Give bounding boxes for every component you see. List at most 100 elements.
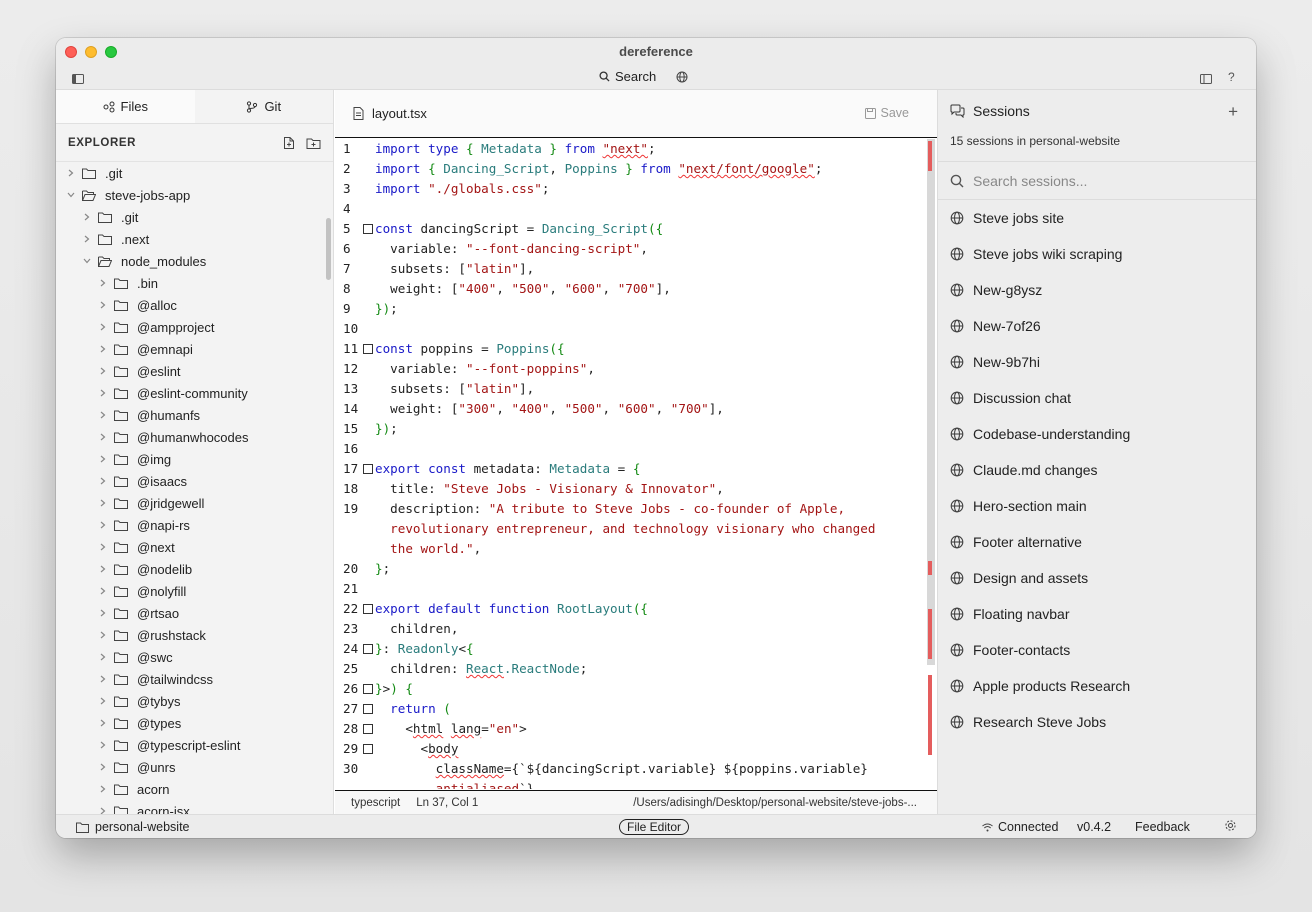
chevron-right-icon[interactable] — [98, 301, 108, 309]
chevron-right-icon[interactable] — [98, 609, 108, 617]
tree-item[interactable]: @eslint — [56, 360, 326, 382]
tree-item[interactable]: .next — [56, 228, 326, 250]
chevron-right-icon[interactable] — [98, 675, 108, 683]
chevron-right-icon[interactable] — [98, 279, 108, 287]
chevron-right-icon[interactable] — [98, 389, 108, 397]
globe-icon[interactable] — [676, 71, 688, 86]
search-button[interactable]: Search — [599, 69, 656, 84]
chevron-right-icon[interactable] — [98, 477, 108, 485]
chevron-right-icon[interactable] — [98, 631, 108, 639]
new-folder-icon[interactable] — [306, 136, 321, 150]
tab-git[interactable]: Git — [195, 90, 334, 123]
tree-item[interactable]: node_modules — [56, 250, 326, 272]
session-item[interactable]: Steve jobs wiki scraping — [938, 236, 1256, 272]
session-item[interactable]: Steve jobs site — [938, 200, 1256, 236]
chevron-right-icon[interactable] — [98, 345, 108, 353]
tree-item[interactable]: @tybys — [56, 690, 326, 712]
fold-toggle-icon[interactable] — [363, 464, 373, 474]
tree-item[interactable]: @ampproject — [56, 316, 326, 338]
chevron-right-icon[interactable] — [82, 235, 92, 243]
fold-toggle-icon[interactable] — [363, 744, 373, 754]
chevron-right-icon[interactable] — [98, 455, 108, 463]
code-area[interactable]: 1 import type { Metadata } from "next"; 2… — [335, 139, 927, 789]
zoom-window-button[interactable] — [105, 46, 117, 58]
session-item[interactable]: Discussion chat — [938, 380, 1256, 416]
help-icon[interactable]: ? — [1228, 70, 1235, 84]
new-session-button[interactable]: + — [1228, 102, 1238, 122]
file-editor-mode-button[interactable]: File Editor — [619, 819, 690, 835]
chevron-right-icon[interactable] — [98, 323, 108, 331]
tree-item[interactable]: @isaacs — [56, 470, 326, 492]
session-item[interactable]: Floating navbar — [938, 596, 1256, 632]
chevron-right-icon[interactable] — [98, 433, 108, 441]
session-item[interactable]: Claude.md changes — [938, 452, 1256, 488]
fold-toggle-icon[interactable] — [363, 724, 373, 734]
editor-scroll-thumb[interactable] — [927, 139, 935, 665]
chevron-right-icon[interactable] — [98, 543, 108, 551]
tree-item[interactable]: @eslint-community — [56, 382, 326, 404]
tree-item[interactable]: @humanfs — [56, 404, 326, 426]
session-item[interactable]: New-9b7hi — [938, 344, 1256, 380]
chevron-right-icon[interactable] — [98, 411, 108, 419]
fold-toggle-icon[interactable] — [363, 604, 373, 614]
chevron-right-icon[interactable] — [98, 653, 108, 661]
chevron-right-icon[interactable] — [98, 807, 108, 814]
editor-file-tab[interactable]: layout.tsx — [353, 106, 427, 121]
chevron-right-icon[interactable] — [98, 587, 108, 595]
tree-item[interactable]: @img — [56, 448, 326, 470]
chevron-right-icon[interactable] — [98, 367, 108, 375]
session-search-input[interactable] — [973, 172, 1233, 189]
feedback-button[interactable]: Feedback — [1135, 820, 1190, 834]
tree-item[interactable]: @napi-rs — [56, 514, 326, 536]
tree-item[interactable]: @nolyfill — [56, 580, 326, 602]
session-item[interactable]: Design and assets — [938, 560, 1256, 596]
fold-toggle-icon[interactable] — [363, 344, 373, 354]
tree-item[interactable]: acorn — [56, 778, 326, 800]
tree-item[interactable]: @rushstack — [56, 624, 326, 646]
tree-item[interactable]: @typescript-eslint — [56, 734, 326, 756]
session-item[interactable]: Hero-section main — [938, 488, 1256, 524]
tree-item[interactable]: @types — [56, 712, 326, 734]
tree-item[interactable]: .bin — [56, 272, 326, 294]
new-file-icon[interactable] — [282, 136, 296, 150]
chevron-down-icon[interactable] — [82, 258, 92, 264]
tree-item[interactable]: @humanwhocodes — [56, 426, 326, 448]
chevron-right-icon[interactable] — [98, 763, 108, 771]
chevron-right-icon[interactable] — [98, 565, 108, 573]
fold-toggle-icon[interactable] — [363, 224, 373, 234]
tree-item[interactable]: steve-jobs-app — [56, 184, 326, 206]
tab-files[interactable]: Files — [56, 90, 195, 123]
session-item[interactable]: Codebase-understanding — [938, 416, 1256, 452]
session-item[interactable]: Research Steve Jobs — [938, 704, 1256, 740]
save-button[interactable]: Save — [864, 106, 909, 120]
tree-item[interactable]: @unrs — [56, 756, 326, 778]
editor-scrollbar[interactable] — [927, 139, 935, 789]
fold-toggle-icon[interactable] — [363, 704, 373, 714]
chevron-down-icon[interactable] — [66, 192, 76, 198]
chevron-right-icon[interactable] — [98, 719, 108, 727]
tree-item[interactable]: acorn-jsx — [56, 800, 326, 814]
chevron-right-icon[interactable] — [98, 499, 108, 507]
language-indicator[interactable]: typescript — [351, 797, 400, 809]
tree-item[interactable]: @swc — [56, 646, 326, 668]
project-indicator[interactable]: personal-website — [76, 820, 190, 834]
tree-item[interactable]: @emnapi — [56, 338, 326, 360]
chevron-right-icon[interactable] — [98, 521, 108, 529]
session-item[interactable]: New-7of26 — [938, 308, 1256, 344]
tree-item[interactable]: .git — [56, 162, 326, 184]
tree-item[interactable]: @jridgewell — [56, 492, 326, 514]
chevron-right-icon[interactable] — [98, 697, 108, 705]
chevron-right-icon[interactable] — [98, 741, 108, 749]
tree-item[interactable]: @next — [56, 536, 326, 558]
settings-gear-icon[interactable] — [1224, 819, 1237, 835]
toggle-right-panel-icon[interactable] — [1200, 72, 1212, 87]
close-window-button[interactable] — [65, 46, 77, 58]
chevron-right-icon[interactable] — [82, 213, 92, 221]
chevron-right-icon[interactable] — [66, 169, 76, 177]
tree-item[interactable]: @rtsao — [56, 602, 326, 624]
session-item[interactable]: Apple products Research — [938, 668, 1256, 704]
chevron-right-icon[interactable] — [98, 785, 108, 793]
tree-item[interactable]: @alloc — [56, 294, 326, 316]
tree-item[interactable]: @tailwindcss — [56, 668, 326, 690]
sidebar-scrollbar[interactable] — [326, 218, 331, 280]
